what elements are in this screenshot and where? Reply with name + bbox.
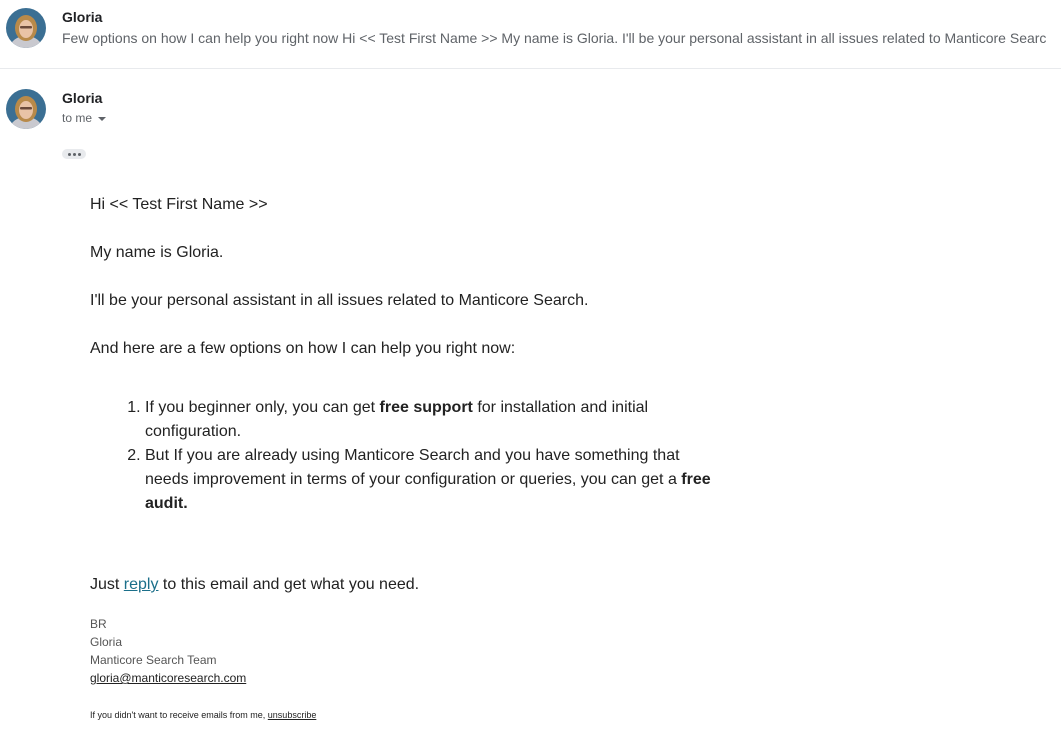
message-snippet: Few options on how I can help you right … xyxy=(62,30,1047,46)
dot-icon xyxy=(67,152,71,156)
options-intro: And here are a few options on how I can … xyxy=(90,340,516,357)
signature-team: Manticore Search Team xyxy=(90,653,217,667)
recipient-details-toggle[interactable]: to me xyxy=(62,111,107,125)
chevron-down-icon xyxy=(98,116,107,121)
signature-email-link[interactable]: gloria@manticoresearch.com xyxy=(90,671,246,685)
unsubscribe-footer: If you didn't want to receive emails fro… xyxy=(90,710,317,720)
assistant-line: I'll be your personal assistant in all i… xyxy=(90,292,589,309)
sender-name: Gloria xyxy=(62,90,103,106)
recipient-label: to me xyxy=(62,111,93,125)
options-list: If you beginner only, you can get free s… xyxy=(90,396,715,516)
sender-avatar xyxy=(6,89,46,129)
signature-name: Gloria xyxy=(90,635,123,649)
signature-line: BR xyxy=(90,617,107,631)
collapsed-message-row[interactable]: Gloria Few options on how I can help you… xyxy=(0,0,1061,69)
list-item: If you beginner only, you can get free s… xyxy=(145,396,715,444)
reply-link[interactable]: reply xyxy=(124,576,159,593)
list-item: But If you are already using Manticore S… xyxy=(145,444,715,516)
greeting: Hi << Test First Name >> xyxy=(90,196,268,213)
dot-icon xyxy=(72,152,76,156)
show-trimmed-content-button[interactable] xyxy=(62,149,86,159)
call-to-action: Just reply to this email and get what yo… xyxy=(90,576,420,593)
dot-icon xyxy=(77,152,81,156)
unsubscribe-link[interactable]: unsubscribe xyxy=(268,710,317,720)
sender-avatar xyxy=(6,8,46,48)
intro-line: My name is Gloria. xyxy=(90,244,224,261)
sender-name: Gloria xyxy=(62,9,103,25)
